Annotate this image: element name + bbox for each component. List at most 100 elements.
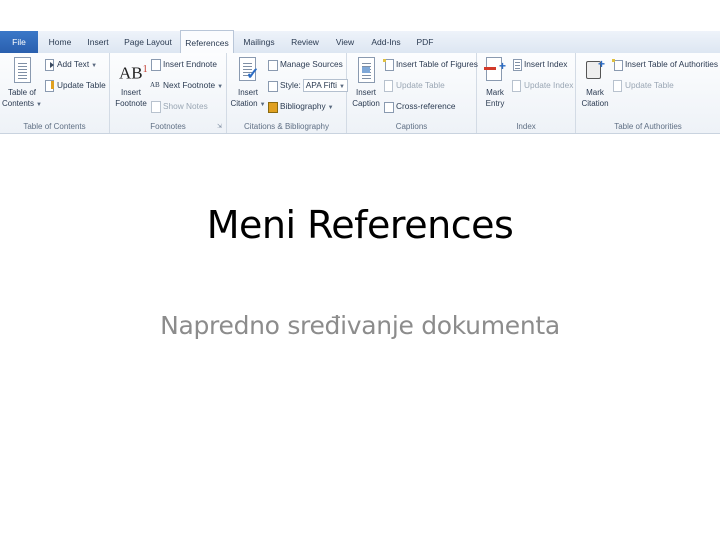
tab-pdf[interactable]: PDF bbox=[408, 31, 442, 53]
tab-insert[interactable]: Insert bbox=[80, 31, 116, 53]
insert-index-button[interactable]: Insert Index bbox=[511, 57, 568, 72]
insert-citation-button[interactable]: ✓ Insert Citation ▼ bbox=[229, 55, 267, 111]
update-index-label: Update Index bbox=[524, 80, 574, 90]
group-citations-bibliography: ✓ Insert Citation ▼ Manage Sources Style:… bbox=[227, 53, 348, 133]
group-table-of-authorities: + Mark Citation Insert Table of Authorit… bbox=[576, 53, 720, 133]
tab-view[interactable]: View bbox=[328, 31, 362, 53]
group-index: + Mark Entry Insert Index Update Index I… bbox=[477, 53, 576, 133]
manage-sources-label: Manage Sources bbox=[280, 59, 343, 69]
mark-entry-line1: Mark bbox=[486, 88, 504, 97]
group-label: Table of Authorities bbox=[614, 122, 682, 131]
toc-label-line1: Table of bbox=[7, 88, 37, 97]
add-text-button[interactable]: Add Text ▼ bbox=[44, 57, 98, 72]
style-dropdown[interactable]: APA Fifti ▼ bbox=[302, 79, 348, 92]
show-notes-icon bbox=[150, 101, 161, 114]
group-label: Footnotes bbox=[150, 122, 186, 131]
insert-footnote-line2: Footnote bbox=[115, 99, 147, 108]
insert-citation-icon: ✓ bbox=[236, 55, 260, 85]
tab-home[interactable]: Home bbox=[40, 31, 80, 53]
insert-caption-line1: Insert bbox=[355, 88, 376, 97]
slide-title: Meni References bbox=[206, 203, 514, 247]
insert-table-of-authorities-button[interactable]: Insert Table of Authorities bbox=[612, 57, 719, 72]
style-selector[interactable]: Style: APA Fifti ▼ bbox=[267, 78, 348, 93]
update-table-authorities-button[interactable]: Update Table bbox=[612, 78, 674, 93]
insert-citation-line2: Citation ▼ bbox=[229, 98, 267, 111]
update-table-label: Update Table bbox=[396, 80, 445, 90]
word-ribbon: File Home Insert Page Layout References … bbox=[0, 30, 720, 134]
insert-caption-line2: Caption bbox=[352, 99, 380, 108]
next-footnote-button[interactable]: AB Next Footnote ▼ bbox=[150, 78, 223, 92]
dropdown-arrow-icon: ▼ bbox=[36, 102, 42, 108]
table-of-contents-icon bbox=[10, 55, 34, 85]
group-footnotes: AB1 Insert Footnote Insert Endnote AB Nex… bbox=[110, 53, 227, 133]
insert-index-label: Insert Index bbox=[524, 59, 568, 69]
update-table-icon bbox=[612, 80, 623, 93]
tab-references[interactable]: References bbox=[180, 30, 234, 54]
mark-entry-line2: Entry bbox=[485, 99, 505, 108]
update-index-button[interactable]: Update Index bbox=[511, 78, 574, 93]
insert-table-of-figures-button[interactable]: Insert Table of Figures bbox=[383, 57, 478, 72]
show-notes-button[interactable]: Show Notes bbox=[150, 99, 208, 114]
update-table-figures-button[interactable]: Update Table bbox=[383, 78, 445, 93]
update-table-label: Update Table bbox=[57, 80, 106, 90]
toc-label-line2: Contents ▼ bbox=[2, 98, 42, 111]
style-icon bbox=[267, 80, 278, 93]
group-label: Table of Contents bbox=[23, 122, 86, 131]
slide-subtitle: Napredno sređivanje dokumenta bbox=[160, 311, 560, 340]
style-value: APA Fifti bbox=[305, 80, 337, 90]
update-table-icon bbox=[383, 80, 394, 93]
show-notes-label: Show Notes bbox=[163, 101, 208, 111]
cross-reference-label: Cross-reference bbox=[396, 101, 456, 111]
cross-reference-button[interactable]: Cross-reference bbox=[383, 99, 456, 114]
mark-entry-icon: + bbox=[483, 55, 507, 85]
insert-table-of-figures-label: Insert Table of Figures bbox=[396, 59, 478, 69]
mark-entry-button[interactable]: + Mark Entry bbox=[479, 55, 511, 109]
table-of-contents-button[interactable]: Table of Contents ▼ bbox=[2, 55, 42, 111]
insert-footnote-icon: AB1 bbox=[119, 63, 148, 83]
insert-caption-button[interactable]: Insert Caption bbox=[349, 55, 383, 109]
insert-citation-text: Citation bbox=[230, 99, 258, 108]
cross-reference-icon bbox=[383, 101, 394, 114]
insert-table-of-authorities-label: Insert Table of Authorities bbox=[625, 59, 719, 69]
dialog-launcher-icon[interactable]: ⇲ bbox=[217, 123, 222, 130]
group-captions: Insert Caption Insert Table of Figures U… bbox=[347, 53, 478, 133]
dropdown-arrow-icon: ▼ bbox=[327, 105, 334, 111]
next-footnote-icon: AB bbox=[150, 81, 160, 90]
ribbon-tab-bar: File Home Insert Page Layout References … bbox=[0, 30, 720, 54]
insert-table-of-authorities-icon bbox=[612, 59, 623, 72]
dropdown-arrow-icon: ▼ bbox=[91, 63, 98, 69]
bibliography-button[interactable]: Bibliography ▼ bbox=[267, 99, 334, 114]
tab-mailings[interactable]: Mailings bbox=[236, 31, 282, 53]
insert-citation-line1: Insert bbox=[237, 88, 258, 97]
add-text-label: Add Text bbox=[57, 59, 90, 69]
group-label: Index bbox=[516, 122, 536, 131]
add-text-icon bbox=[44, 59, 55, 72]
tab-page-layout[interactable]: Page Layout bbox=[118, 31, 178, 53]
dropdown-arrow-icon: ▼ bbox=[338, 84, 345, 90]
mark-citation-icon: + bbox=[583, 55, 607, 85]
group-label: Citations & Bibliography bbox=[244, 122, 329, 131]
bibliography-icon bbox=[267, 101, 278, 114]
update-table-label: Update Table bbox=[625, 80, 674, 90]
style-label: Style: bbox=[280, 80, 301, 90]
insert-footnote-button[interactable]: AB1 Insert Footnote bbox=[112, 55, 150, 109]
insert-footnote-line1: Insert bbox=[120, 88, 141, 97]
update-table-icon bbox=[44, 80, 55, 93]
update-table-button[interactable]: Update Table bbox=[44, 78, 106, 93]
insert-endnote-icon bbox=[150, 59, 161, 72]
insert-caption-icon bbox=[354, 55, 378, 85]
group-label: Captions bbox=[395, 122, 428, 131]
mark-citation-button[interactable]: + Mark Citation bbox=[578, 55, 612, 109]
mark-citation-line2: Citation bbox=[581, 99, 609, 108]
tab-review[interactable]: Review bbox=[284, 31, 326, 53]
manage-sources-button[interactable]: Manage Sources bbox=[267, 57, 343, 72]
dropdown-arrow-icon: ▼ bbox=[217, 84, 224, 90]
insert-table-of-figures-icon bbox=[383, 59, 394, 72]
bibliography-label: Bibliography bbox=[280, 101, 326, 111]
update-index-icon bbox=[511, 80, 522, 93]
insert-endnote-button[interactable]: Insert Endnote bbox=[150, 57, 217, 72]
insert-endnote-label: Insert Endnote bbox=[163, 59, 217, 69]
tab-add-ins[interactable]: Add-Ins bbox=[364, 31, 408, 53]
insert-index-icon bbox=[511, 59, 522, 72]
tab-file[interactable]: File bbox=[0, 31, 38, 53]
